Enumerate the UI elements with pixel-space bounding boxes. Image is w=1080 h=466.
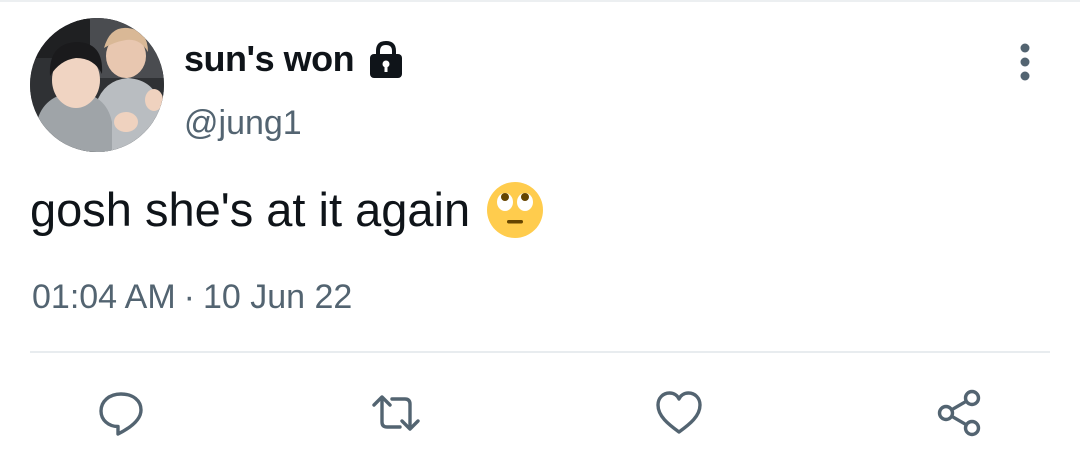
tweet-time: 01:04 AM — [32, 278, 176, 316]
tweet-date: 10 Jun 22 — [202, 278, 353, 316]
tweet-text-row: gosh she's at it again — [30, 180, 544, 238]
reply-button[interactable] — [96, 388, 146, 438]
divider — [30, 351, 1050, 353]
retweet-button[interactable] — [371, 388, 421, 438]
like-button[interactable] — [654, 388, 704, 438]
timestamp[interactable]: 01:04 AM · 10 Jun 22 — [32, 278, 352, 317]
more-options-button[interactable] — [1006, 40, 1044, 84]
tweet-text: gosh she's at it again — [30, 182, 471, 236]
heart-icon — [656, 391, 702, 434]
display-name-row: sun's won — [184, 38, 406, 80]
top-border — [0, 0, 1080, 2]
lock-icon — [366, 40, 406, 80]
share-icon — [937, 389, 981, 437]
retweet-icon — [372, 395, 420, 431]
timestamp-separator: · — [183, 278, 195, 316]
more-vertical-icon — [1020, 43, 1030, 81]
reply-icon — [99, 392, 143, 436]
face-with-rolling-eyes-emoji — [486, 181, 544, 239]
avatar[interactable] — [30, 18, 164, 152]
handle[interactable]: @jung1 — [184, 104, 302, 143]
share-button[interactable] — [934, 388, 984, 438]
display-name[interactable]: sun's won — [184, 38, 355, 80]
